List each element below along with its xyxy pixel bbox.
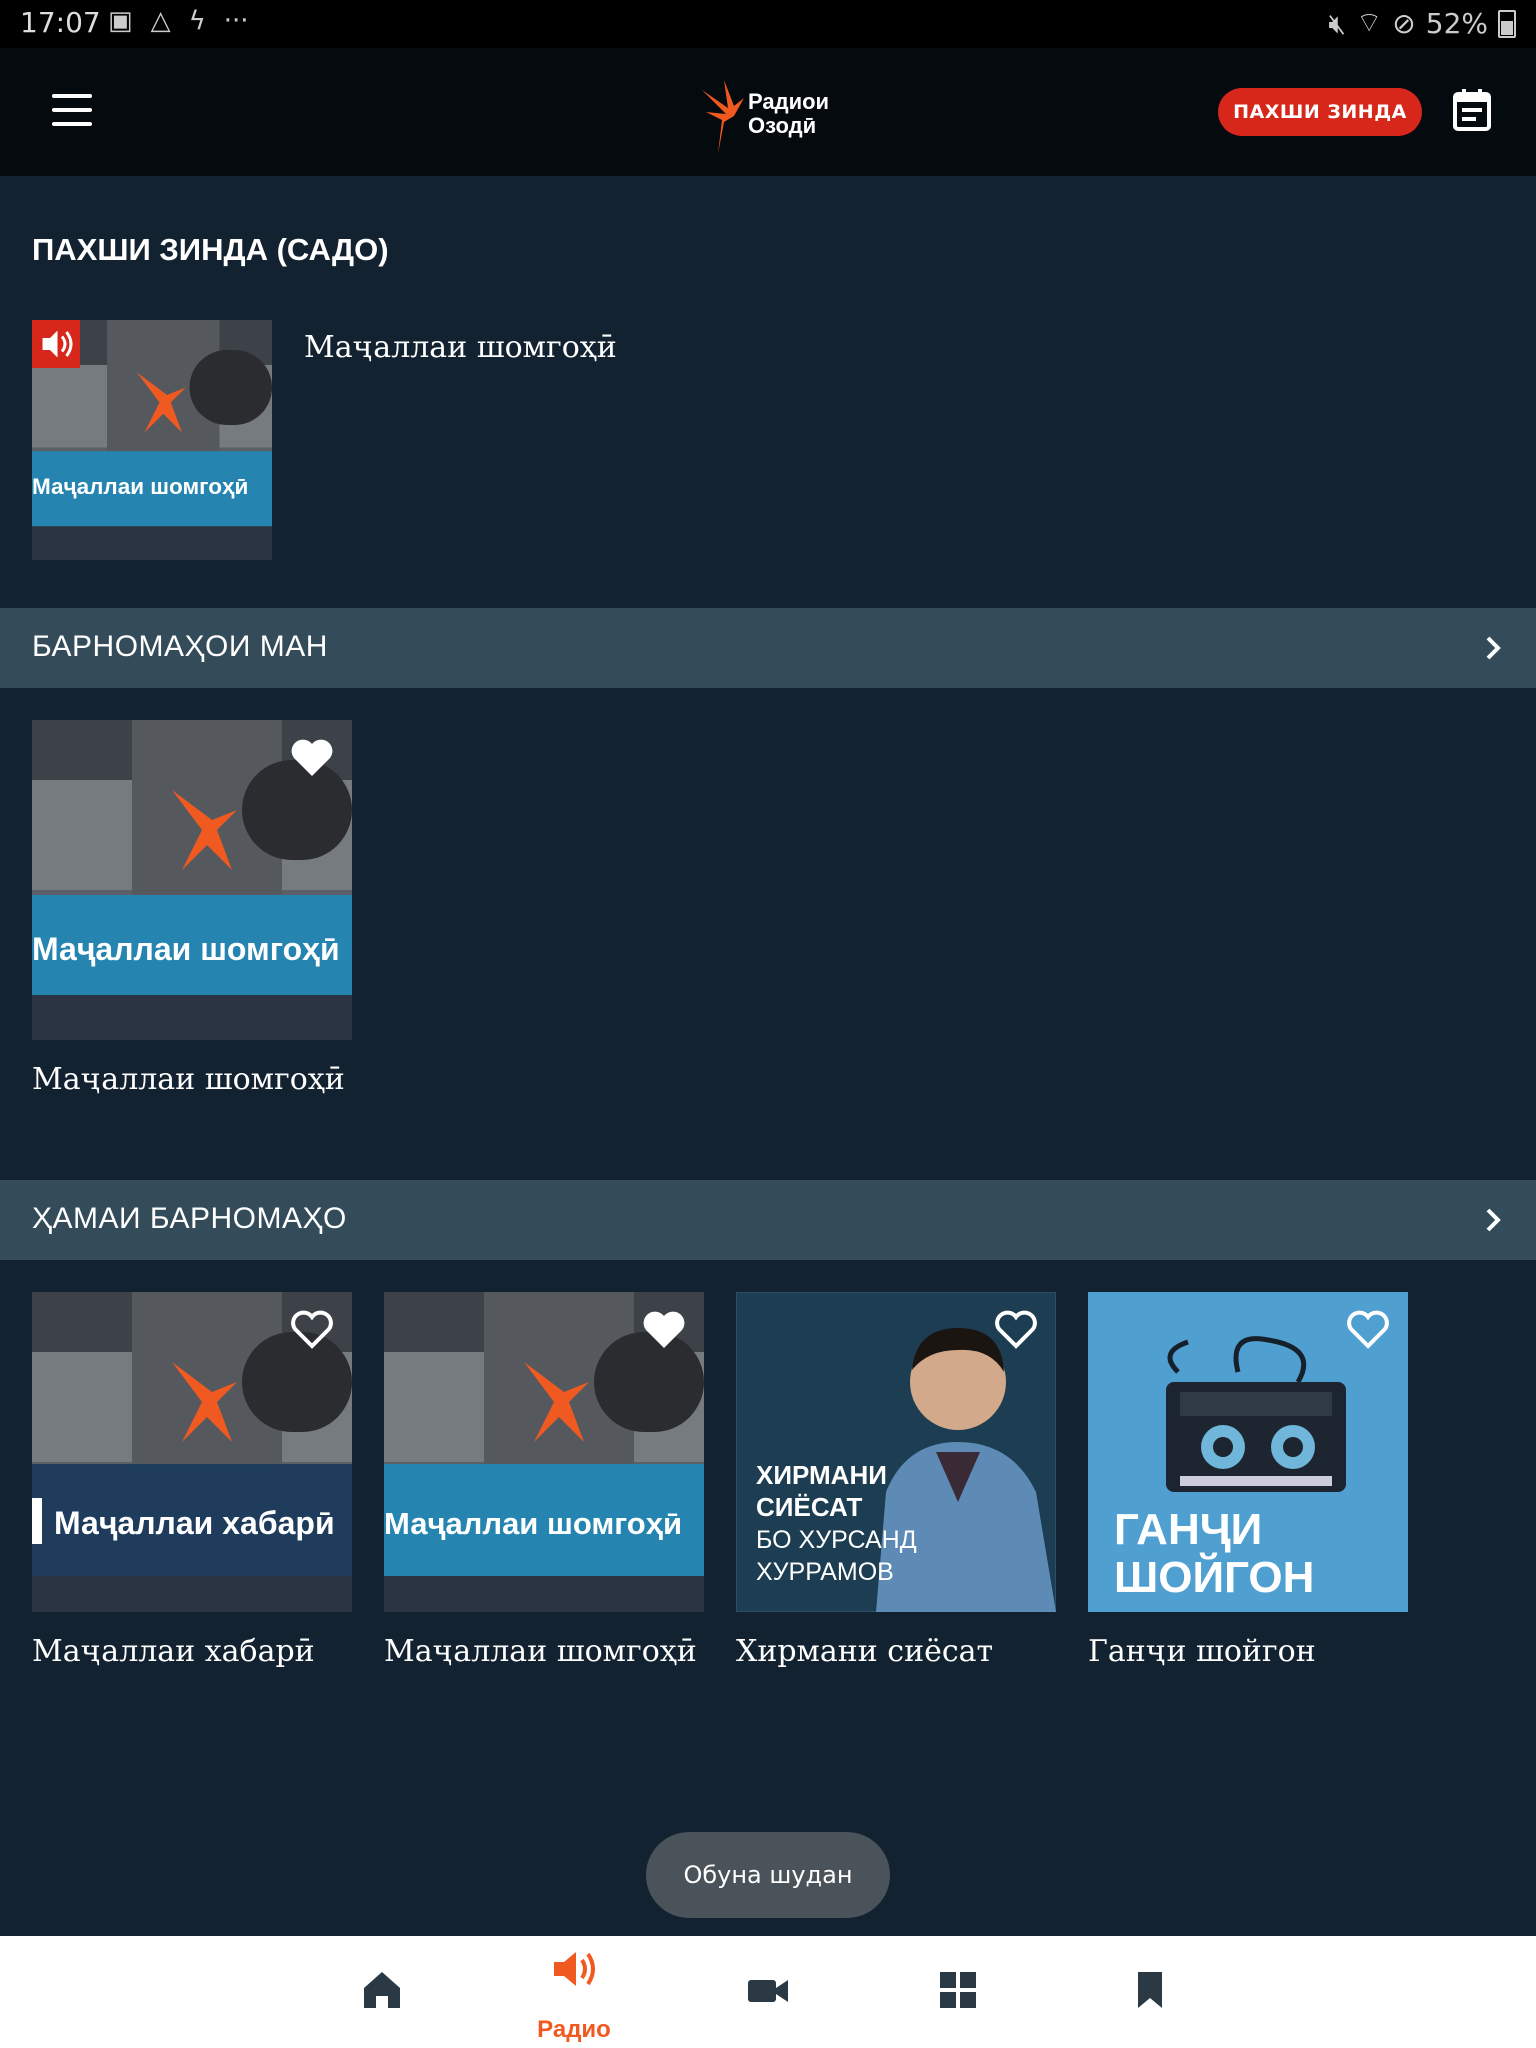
image-icon: ▣	[108, 6, 133, 36]
svg-text:ХИРМАНИ: ХИРМАНИ	[756, 1460, 887, 1490]
program-card-title[interactable]: Ганҷи шойгон	[1088, 1634, 1316, 1669]
status-bar: 17:07 ▣ △ ϟ ··· 🔇︎ ⌔ ⊘ 52%	[0, 0, 1536, 48]
chevron-right-icon	[1486, 1208, 1501, 1232]
nav-home[interactable]	[322, 1936, 442, 2048]
nav-radio[interactable]: Радио	[514, 1936, 634, 2048]
nav-sections[interactable]	[898, 1936, 1018, 2048]
nav-video[interactable]	[706, 1936, 826, 2048]
wifi-icon: ⌔	[1355, 6, 1383, 39]
more-icon: ···	[223, 6, 249, 36]
svg-text:Маҷаллаи шомгоҳӣ: Маҷаллаи шомгоҳӣ	[32, 474, 248, 499]
program-card-thumbnail[interactable]: Маҷаллаи шомгоҳӣ	[384, 1292, 704, 1612]
battery-icon	[1498, 9, 1516, 38]
drive-icon: △	[150, 6, 171, 36]
live-program-name[interactable]: Маҷаллаи шомгоҳӣ	[304, 330, 617, 365]
status-right: 🔇︎ ⌔ ⊘ 52%	[1328, 6, 1516, 41]
all-programs-title: ҲАМАИ БАРНОМАҲО	[32, 1202, 347, 1235]
bottom-navigation: Радио	[0, 1936, 1536, 2048]
battery-text: 52%	[1425, 7, 1488, 40]
all-programs-header[interactable]: ҲАМАИ БАРНОМАҲО	[0, 1180, 1536, 1260]
live-button[interactable]: ПАХШИ ЗИНДА	[1218, 88, 1422, 136]
app-bar: Радиои Озодӣ ПАХШИ ЗИНДА	[0, 48, 1536, 176]
svg-text:БО ХУРСАНД: БО ХУРСАНД	[756, 1526, 917, 1554]
logo-text: Радиои Озодӣ	[748, 89, 830, 138]
svg-text:СИЁСАТ: СИЁСАТ	[756, 1492, 862, 1522]
svg-text:Маҷаллаи шомгоҳӣ: Маҷаллаи шомгоҳӣ	[384, 1506, 682, 1541]
schedule-icon[interactable]	[1452, 88, 1492, 132]
my-programs-header[interactable]: БАРНОМАҲОИ МАН	[0, 608, 1536, 688]
chevron-right-icon	[1486, 636, 1501, 660]
heart-filled-icon[interactable]	[290, 738, 334, 778]
grid-icon	[940, 1972, 976, 2008]
menu-icon[interactable]	[52, 94, 92, 128]
program-card-thumbnail[interactable]: ХИРМАНИ СИЁСАТ БО ХУРСАНД ХУРРАМОВ	[736, 1292, 1056, 1612]
nav-bookmarks[interactable]	[1090, 1936, 1210, 2048]
heart-filled-icon[interactable]	[642, 1310, 686, 1350]
program-card-title[interactable]: Маҷаллаи хабарӣ	[32, 1634, 315, 1669]
live-section-title: ПАХШИ ЗИНДА (САДО)	[32, 232, 389, 267]
video-camera-icon	[748, 1980, 788, 2002]
svg-text:ШОЙГОН: ШОЙГОН	[1114, 1551, 1314, 1602]
program-card-title[interactable]: Хирмани сиёсат	[736, 1634, 993, 1669]
subscribed-toast: Обуна шудан	[646, 1832, 890, 1918]
logo-flame-icon	[702, 80, 744, 154]
bolt-icon: ϟ	[188, 6, 206, 36]
speaker-icon	[554, 1952, 595, 1986]
program-card-thumbnail[interactable]: Маҷаллаи шомгоҳӣ	[32, 720, 352, 1040]
heart-outline-icon[interactable]	[290, 1310, 334, 1350]
status-time: 17:07	[20, 6, 101, 39]
home-icon	[364, 1972, 400, 2008]
program-card-title[interactable]: Маҷаллаи шомгоҳӣ	[384, 1634, 697, 1669]
notification-icons: ▣ △ ϟ ···	[108, 6, 249, 36]
live-program-thumbnail[interactable]: Маҷаллаи шомгоҳӣ	[32, 320, 272, 560]
svg-text:ХУРРАМОВ: ХУРРАМОВ	[756, 1558, 894, 1586]
my-programs-title: БАРНОМАҲОИ МАН	[32, 630, 328, 663]
bookmark-icon	[1138, 1972, 1162, 2008]
heart-outline-icon[interactable]	[994, 1310, 1038, 1350]
program-card-thumbnail[interactable]: Маҷаллаи хабарӣ	[32, 1292, 352, 1612]
svg-text:ГАНҶИ: ГАНҶИ	[1114, 1505, 1262, 1554]
svg-text:Маҷаллаи хабарӣ: Маҷаллаи хабарӣ	[54, 1505, 335, 1541]
logo: Радиои Озодӣ	[696, 76, 846, 156]
program-card-title[interactable]: Маҷаллаи шомгоҳӣ	[32, 1062, 345, 1097]
dnd-icon: ⊘	[1392, 7, 1416, 40]
mute-icon: 🔇︎	[1328, 6, 1346, 40]
heart-outline-icon[interactable]	[1346, 1310, 1390, 1350]
program-card-thumbnail[interactable]: ГАНҶИ ШОЙГОН	[1088, 1292, 1408, 1612]
nav-radio-label: Радио	[537, 2016, 611, 2043]
svg-text:Маҷаллаи шомгоҳӣ: Маҷаллаи шомгоҳӣ	[32, 931, 340, 967]
